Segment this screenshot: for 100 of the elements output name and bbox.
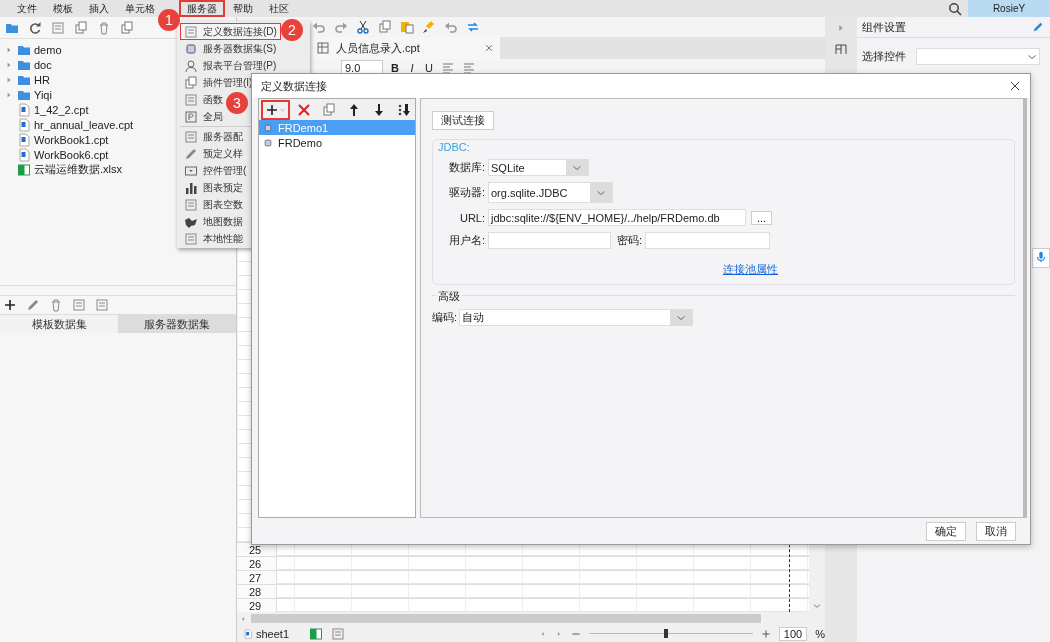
paste-icon[interactable] — [400, 20, 414, 34]
panel-title: 组件设置 — [862, 19, 906, 35]
sheet-tab[interactable]: sheet1 — [256, 627, 290, 640]
format-button[interactable]: U — [424, 61, 434, 74]
menu-item[interactable]: 图表空数 — [180, 196, 247, 213]
tree-item[interactable]: 1_42_2.cpt — [34, 103, 89, 116]
copy-icon — [184, 75, 198, 90]
scissors-icon[interactable] — [356, 20, 370, 34]
dialog-button[interactable]: 确定 — [926, 521, 966, 541]
menu-item[interactable]: 函数 — [180, 91, 227, 108]
copy-icon — [322, 102, 336, 117]
menu-item[interactable]: 服务器数据集(S) — [180, 40, 281, 57]
row-header: 28 — [237, 585, 277, 598]
menu-item[interactable]: 图表预定 — [180, 179, 247, 196]
refresh-icon[interactable] — [28, 20, 42, 35]
row-header: 25 — [237, 543, 277, 556]
copy-icon[interactable] — [378, 20, 392, 34]
select-field[interactable]: org.sqlite.JDBC — [488, 182, 613, 203]
tree-item[interactable]: HR — [34, 73, 50, 86]
menu-item[interactable]: 模板 — [45, 0, 81, 17]
field-label: 用户名: — [447, 233, 485, 248]
file-tab-title: 人员信息录入.cpt — [336, 40, 421, 56]
parameter-icon — [184, 109, 198, 124]
select-field[interactable]: SQLite — [488, 159, 589, 176]
menu-item[interactable]: 本地性能 — [180, 230, 247, 247]
document-icon[interactable] — [51, 20, 65, 35]
menu-item[interactable]: 文件 — [0, 0, 45, 17]
up-arrow-icon — [347, 102, 361, 117]
tree-item[interactable]: 云端运维数据.xlsx — [34, 162, 122, 177]
copy-icon[interactable] — [120, 20, 134, 35]
dataset-tab[interactable]: 模板数据集 — [0, 315, 118, 333]
pencil-icon — [184, 146, 198, 161]
scrollbar-thumb[interactable] — [251, 614, 761, 623]
search-icon[interactable] — [948, 1, 962, 16]
username-field[interactable] — [488, 232, 611, 249]
tree-item[interactable]: WorkBook6.cpt — [34, 148, 109, 161]
redo-icon[interactable] — [334, 20, 348, 34]
file-tab[interactable]: 人员信息录入.cpt — [310, 37, 500, 59]
brush-icon[interactable] — [422, 20, 436, 34]
zoom-slider[interactable] — [588, 629, 753, 638]
row-header: 26 — [237, 557, 277, 570]
add-icon[interactable] — [3, 298, 17, 312]
menu-item[interactable]: 单元格 — [117, 0, 158, 17]
pencil-icon[interactable] — [26, 298, 40, 312]
layout-icon[interactable] — [834, 42, 848, 56]
menu-item[interactable]: 服务器 — [179, 0, 225, 17]
undo-icon[interactable] — [444, 20, 458, 34]
copy-icon[interactable] — [74, 20, 88, 35]
browse-button[interactable]: ... — [751, 210, 773, 225]
password-field[interactable] — [645, 232, 771, 249]
menu-item[interactable]: 社区 — [261, 0, 297, 17]
menu-item[interactable]: 报表平台管理(P) — [180, 57, 281, 74]
connection-item[interactable]: FRDemo — [259, 135, 415, 150]
zoom-field[interactable]: 100 — [778, 626, 808, 641]
dataset-tab[interactable]: 服务器数据集 — [118, 315, 236, 333]
user-name[interactable]: RosieY — [968, 0, 1050, 17]
tree-item[interactable]: doc — [34, 58, 52, 71]
pool-settings-link[interactable]: 连接池属性 — [723, 262, 778, 277]
test-connection-button[interactable]: 测试连接 — [432, 111, 494, 130]
trash-icon[interactable] — [97, 20, 111, 35]
tree-item[interactable]: demo — [34, 43, 62, 56]
field-label: 选择控件 — [862, 49, 906, 64]
close-icon[interactable] — [1008, 79, 1022, 93]
menu-item[interactable]: 地图数据 — [180, 213, 247, 230]
align-icon[interactable] — [462, 60, 476, 75]
align-icon[interactable] — [441, 60, 455, 75]
menu-item[interactable]: 服务器配 — [180, 128, 247, 145]
menu-item[interactable]: 定义数据连接(D) — [180, 23, 281, 40]
dialog-button[interactable]: 取消 — [976, 521, 1016, 541]
field-label: 密码: — [617, 233, 643, 248]
window-icon — [184, 163, 198, 178]
swap-arrows-icon[interactable] — [466, 20, 480, 34]
undo-icon[interactable] — [312, 20, 326, 34]
format-button[interactable]: I — [407, 61, 417, 74]
close-icon[interactable] — [484, 43, 494, 53]
person-icon — [184, 58, 198, 73]
menu-item[interactable]: 帮助 — [225, 0, 261, 17]
menu-item[interactable]: 控件管理( — [180, 162, 251, 179]
document-icon[interactable] — [72, 298, 86, 312]
format-button[interactable]: B — [390, 61, 400, 74]
tree-item[interactable]: WorkBook1.cpt — [34, 133, 109, 146]
trash-icon[interactable] — [49, 298, 63, 312]
menu-item[interactable]: 全局 — [180, 108, 227, 125]
database-icon — [263, 137, 273, 148]
report-file-icon — [17, 117, 31, 132]
document-icon[interactable] — [95, 298, 109, 312]
table-icon — [316, 41, 330, 55]
zoom-in-icon[interactable] — [760, 628, 771, 639]
field-label: URL: — [458, 211, 485, 224]
menu-item[interactable]: 预定义样 — [180, 145, 247, 162]
tree-item[interactable]: hr_annual_leave.cpt — [34, 118, 134, 131]
url-field[interactable]: jdbc:sqlite://${ENV_HOME}/../help/FRDemo.db — [488, 209, 746, 226]
document-icon — [184, 24, 198, 39]
encoding-select[interactable]: 自动 — [459, 309, 694, 326]
menu-item[interactable]: 插入 — [81, 0, 117, 17]
pencil-icon[interactable] — [1032, 21, 1044, 33]
add-button[interactable] — [261, 99, 290, 120]
tree-item[interactable]: Yiqi — [34, 88, 52, 101]
microphone-icon[interactable] — [1035, 251, 1047, 263]
row-header: 27 — [237, 571, 277, 584]
